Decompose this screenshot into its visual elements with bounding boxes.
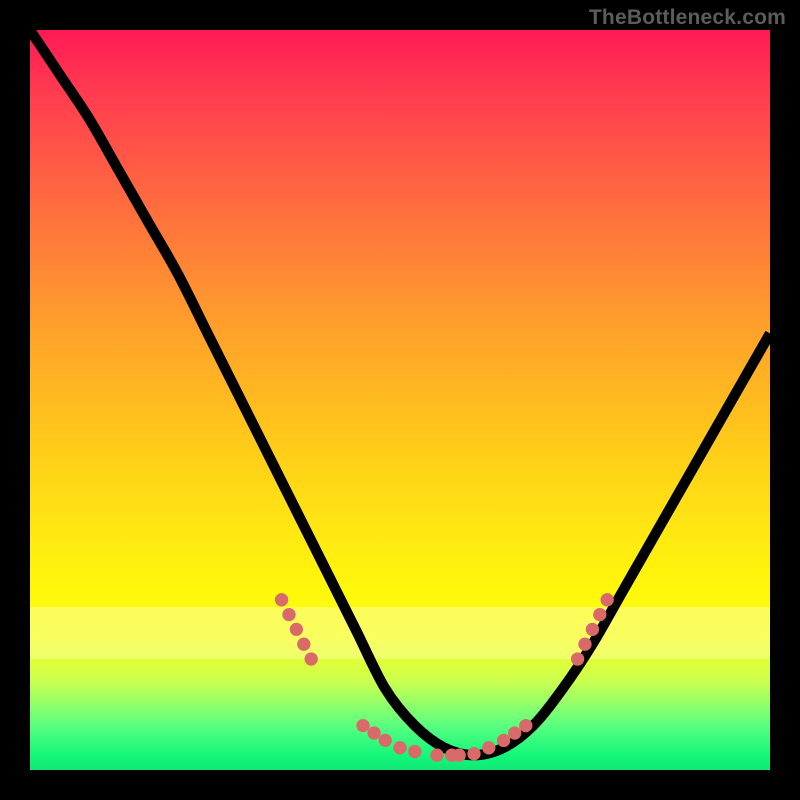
highlight-dot [430, 749, 443, 762]
bottleneck-curve [30, 30, 770, 755]
highlight-dot [601, 593, 614, 606]
highlight-dot [356, 719, 369, 732]
highlight-dot [305, 652, 318, 665]
highlight-dot [453, 749, 466, 762]
chart-svg [30, 30, 770, 770]
highlight-dot [586, 623, 599, 636]
highlight-dot [467, 747, 480, 760]
highlight-dot [297, 638, 310, 651]
attribution-text: TheBottleneck.com [589, 6, 786, 30]
highlight-dot [571, 652, 584, 665]
highlight-dot [290, 623, 303, 636]
highlight-dot [508, 726, 521, 739]
highlight-dot [367, 726, 380, 739]
highlight-dot [593, 608, 606, 621]
highlight-dot [282, 608, 295, 621]
highlight-dot [497, 734, 510, 747]
highlight-dot [379, 734, 392, 747]
highlight-dot [275, 593, 288, 606]
highlight-dot [393, 741, 406, 754]
chart-frame [30, 30, 770, 770]
highlight-dots-group [275, 593, 614, 762]
highlight-dot [578, 638, 591, 651]
highlight-dot [482, 741, 495, 754]
highlight-dot [519, 719, 532, 732]
highlight-dot [408, 745, 421, 758]
